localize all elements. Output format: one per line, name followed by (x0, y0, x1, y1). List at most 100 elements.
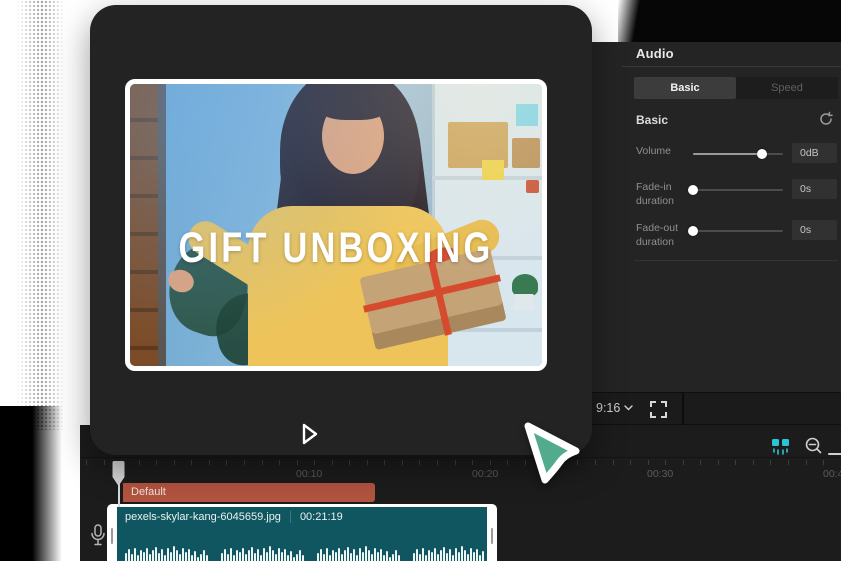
ruler-tick (788, 460, 789, 465)
waveform-bar (278, 548, 280, 561)
ruler-time-label: 00:30 (647, 468, 673, 480)
ruler-tick (226, 460, 227, 465)
clip-timestamp: 00:21:19 (300, 511, 343, 523)
waveform-bar (416, 549, 418, 561)
waveform-bar (461, 546, 463, 561)
fade-in-label: Fade-in duration (636, 180, 692, 208)
waveform-bar (293, 557, 295, 561)
ruler-tick (244, 460, 245, 465)
waveform-bar (287, 555, 289, 561)
waveform-bar (161, 549, 163, 561)
volume-slider[interactable] (693, 142, 783, 166)
top-right-backdrop (618, 0, 841, 43)
fade-out-value-field[interactable]: 0s (792, 220, 837, 240)
panel-title: Audio (636, 46, 674, 61)
waveform-bar (371, 554, 373, 561)
waveform-bar (251, 547, 253, 561)
waveform-bar (317, 553, 319, 561)
audio-clip[interactable]: pexels-skylar-kang-6045659.jpg 00:21:19 (107, 504, 497, 561)
slider-handle[interactable] (757, 149, 767, 159)
waveform-bar (395, 550, 397, 561)
waveform-bar (479, 555, 481, 561)
fade-out-slider[interactable] (693, 219, 783, 243)
waveform-bar (167, 548, 169, 561)
waveform-bar (263, 548, 265, 561)
ruler-tick (104, 460, 105, 465)
divider (290, 511, 291, 523)
section-title-basic: Basic (636, 113, 668, 127)
ruler-tick (384, 460, 385, 465)
waveform-bar (323, 554, 325, 561)
waveform-bar (380, 549, 382, 561)
waveform-bar (419, 554, 421, 561)
waveform-bar (269, 546, 271, 561)
waveform-bar (242, 548, 244, 561)
waveform-bar (176, 550, 178, 561)
waveform-bar (125, 553, 127, 561)
video-preview[interactable]: GIFT UNBOXING (125, 79, 547, 371)
aspect-ratio-dropdown[interactable]: 9:16 (596, 401, 633, 415)
waveform-bar (365, 546, 367, 561)
waveform-bar (158, 553, 160, 561)
waveform-bar (356, 555, 358, 561)
waveform-bar (386, 551, 388, 561)
waveform-bar (473, 552, 475, 561)
trim-handle-left[interactable] (111, 528, 113, 544)
ruler-tick (419, 460, 420, 465)
fullscreen-icon[interactable] (649, 400, 668, 419)
slider-handle[interactable] (688, 226, 698, 236)
waveform-bar (227, 554, 229, 561)
fade-in-slider[interactable] (693, 178, 783, 202)
waveform-bar (440, 550, 442, 561)
trim-handle-right[interactable] (491, 528, 493, 544)
tab-basic[interactable]: Basic (634, 77, 736, 99)
ruler-tick (613, 460, 614, 465)
ruler-tick (139, 460, 140, 465)
waveform-bar (374, 548, 376, 561)
ruler-tick (402, 460, 403, 465)
ruler-tick (770, 460, 771, 465)
ruler-tick (297, 460, 298, 465)
timeline-ruler[interactable]: 00:10 00:20 00:30 00:4 (80, 457, 841, 483)
text-track-clip[interactable]: Default (123, 483, 375, 502)
playhead[interactable] (112, 460, 125, 487)
waveform-bar (188, 549, 190, 561)
ruler-tick (753, 460, 754, 465)
waveform-bar (470, 548, 472, 561)
ruler-tick (209, 460, 210, 465)
tab-bar: Basic Speed (634, 77, 838, 99)
tab-speed[interactable]: Speed (736, 77, 838, 99)
waveform-bar (272, 550, 274, 561)
ruler-time-label: 00:20 (472, 468, 498, 480)
fade-in-value-field[interactable]: 0s (792, 179, 837, 199)
waveform-bar (224, 549, 226, 561)
waveform-bar (398, 555, 400, 561)
ruler-tick (665, 460, 666, 465)
waveform-bar (329, 555, 331, 561)
waveform-bar (200, 554, 202, 561)
ruler-time-label: 00:10 (296, 468, 322, 480)
waveform-bar (236, 550, 238, 561)
waveform-bar (185, 552, 187, 561)
ruler-tick (507, 460, 508, 465)
reset-icon[interactable] (818, 111, 834, 127)
waveform-bar (146, 548, 148, 561)
waveform-bar (164, 555, 166, 561)
cursor-arrow-graphic (512, 418, 582, 491)
waveform-bar (179, 554, 181, 561)
ruler-tick (718, 460, 719, 465)
volume-value-field[interactable]: 0dB (792, 143, 837, 163)
ruler-tick (314, 460, 315, 465)
microphone-icon[interactable] (90, 524, 106, 546)
waveform-bar (458, 552, 460, 561)
slider-handle[interactable] (688, 185, 698, 195)
ruler-tick (823, 460, 824, 465)
waveform-bar (428, 550, 430, 561)
waveform-bar (191, 555, 193, 561)
waveform-bar (197, 557, 199, 561)
volume-row: Volume 0dB (592, 142, 841, 178)
play-button[interactable] (300, 422, 320, 446)
ruler-time-label: 00:4 (823, 468, 841, 480)
waveform-bar (431, 552, 433, 561)
waveform-bar (455, 548, 457, 561)
